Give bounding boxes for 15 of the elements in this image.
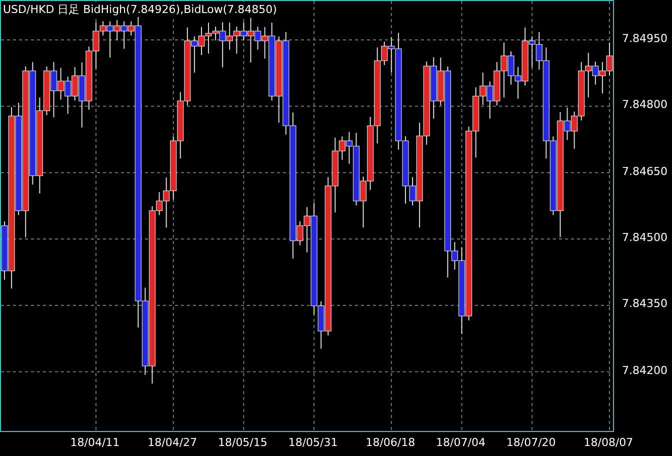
x-axis-label: 18/07/04	[436, 436, 486, 449]
x-axis-label: 18/08/07	[584, 436, 634, 449]
x-axis-label: 18/04/27	[148, 436, 198, 449]
y-axis-label: 7.84200	[622, 364, 668, 377]
y-axis-label: 7.84950	[622, 32, 668, 45]
y-axis-label: 7.84650	[622, 164, 668, 178]
y-axis-label: 7.84800	[622, 98, 668, 112]
x-axis-label: 18/07/20	[506, 436, 556, 449]
x-axis-label: 18/05/31	[288, 436, 338, 449]
x-axis-label: 18/06/18	[366, 436, 416, 449]
x-axis-label: 18/04/11	[70, 436, 120, 449]
y-axis-label: 7.84500	[622, 231, 668, 244]
y-axis-label: 7.84350	[622, 297, 668, 310]
chart-title: USD/HKD 日足 BidHigh(7.84926),BidLow(7.84850)	[3, 2, 277, 17]
x-axis-label: 18/05/15	[218, 436, 268, 449]
